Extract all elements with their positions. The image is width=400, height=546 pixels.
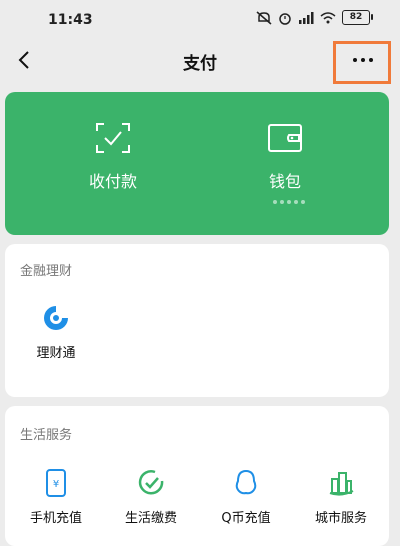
utility-payment-label: 生活缴费	[124, 511, 177, 526]
wifi-icon	[320, 11, 336, 23]
wallet-label: 钱包	[268, 172, 301, 191]
mobile-topup-button[interactable]: ¥ 手机充值	[11, 469, 101, 526]
qq-penguin-icon	[235, 469, 257, 495]
more-button[interactable]	[348, 52, 378, 68]
receive-pay-label: 收付款	[88, 172, 137, 191]
more-dot-icon	[361, 58, 365, 62]
city-services-button[interactable]: 城市服务	[296, 469, 386, 526]
licaitong-button[interactable]: 理财通	[11, 304, 101, 361]
licaitong-label: 理财通	[36, 346, 76, 361]
finance-title: 金融理财	[20, 264, 73, 279]
life-services-section: 生活服务 ¥ 手机充值 生活缴费 Q币充值 城市服务	[5, 406, 389, 546]
finance-section: 金融理财 理财通	[5, 244, 389, 397]
signal-icon	[299, 11, 314, 24]
status-icons: 82	[256, 10, 373, 25]
pager-dots	[273, 200, 305, 204]
receive-pay-button[interactable]: 收付款	[33, 122, 193, 192]
phone-topup-icon: ¥	[46, 469, 66, 497]
alarm-icon	[279, 12, 291, 25]
status-bar: 11:43 82	[0, 0, 400, 36]
battery-icon: 82	[342, 10, 373, 25]
scan-icon	[96, 123, 130, 153]
licaitong-icon	[44, 306, 68, 330]
qcoin-topup-label: Q币充值	[221, 511, 271, 526]
utility-payment-button[interactable]: 生活缴费	[106, 469, 196, 526]
qcoin-topup-button[interactable]: Q币充值	[201, 469, 291, 526]
wallet-card: 收付款 钱包	[5, 92, 389, 235]
svg-text:¥: ¥	[53, 479, 59, 490]
status-time: 11:43	[48, 12, 93, 28]
wallet-icon	[268, 124, 302, 152]
city-buildings-icon	[329, 472, 354, 496]
wallet-button[interactable]: 钱包	[205, 122, 365, 192]
life-services-title: 生活服务	[20, 428, 73, 443]
mobile-topup-label: 手机充值	[29, 511, 82, 526]
more-dot-icon	[369, 58, 373, 62]
utility-check-icon	[138, 470, 164, 495]
more-dot-icon	[353, 58, 357, 62]
mute-icon	[256, 10, 272, 25]
city-services-label: 城市服务	[314, 511, 367, 526]
